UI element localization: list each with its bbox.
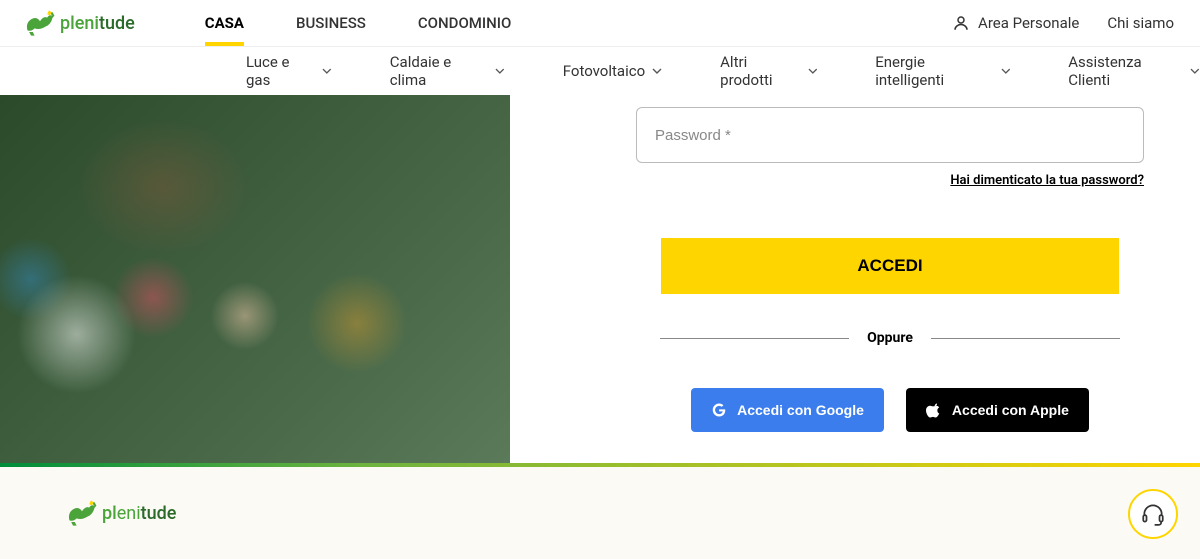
- google-icon: [711, 402, 727, 418]
- subnav-caldaie-e-clima[interactable]: Caldaie e clima: [390, 53, 505, 89]
- footer-body: plenitude: [0, 467, 1200, 559]
- google-login-label: Accedi con Google: [737, 402, 864, 418]
- subnav-label: Assistenza Clienti: [1068, 53, 1183, 89]
- chi-siamo-link[interactable]: Chi siamo: [1107, 14, 1174, 32]
- chevron-down-icon: [1190, 66, 1200, 76]
- subnav-label: Luce e gas: [246, 53, 315, 89]
- subnav-energie-intelligenti[interactable]: Energie intelligenti: [875, 53, 1010, 89]
- plenitude-logo-icon: [22, 5, 58, 41]
- subnav-label: Fotovoltaico: [563, 62, 645, 80]
- login-submit-button[interactable]: ACCEDI: [661, 238, 1119, 294]
- header: plenitude CASA BUSINESS CONDOMINIO Area …: [0, 0, 1200, 95]
- chevron-down-icon: [495, 66, 505, 76]
- chi-siamo-label: Chi siamo: [1107, 14, 1174, 32]
- chevron-down-icon: [652, 66, 662, 76]
- plenitude-logo-icon: [64, 495, 100, 531]
- main-content: Hai dimenticato la tua password? ACCEDI …: [0, 95, 1200, 463]
- google-login-button[interactable]: Accedi con Google: [691, 388, 884, 432]
- headset-icon: [1140, 501, 1166, 527]
- top-right-links: Area Personale Chi siamo: [952, 14, 1192, 32]
- apple-login-button[interactable]: Accedi con Apple: [906, 388, 1089, 432]
- chevron-down-icon: [1001, 66, 1011, 76]
- hero-image: [0, 95, 510, 463]
- footer-brand-logo[interactable]: plenitude: [64, 467, 176, 559]
- user-icon: [952, 14, 970, 32]
- tab-business[interactable]: BUSINESS: [296, 0, 366, 46]
- subnav-assistenza-clienti[interactable]: Assistenza Clienti: [1068, 53, 1200, 89]
- sub-nav: Luce e gas Caldaie e clima Fotovoltaico …: [0, 47, 1200, 95]
- brand-wordmark: plenitude: [60, 13, 135, 34]
- footer: plenitude: [0, 463, 1200, 559]
- forgot-password-link[interactable]: Hai dimenticato la tua password?: [636, 173, 1144, 188]
- subnav-altri-prodotti[interactable]: Altri prodotti: [720, 53, 817, 89]
- password-input[interactable]: [636, 107, 1144, 163]
- chevron-down-icon: [322, 66, 332, 76]
- login-panel: Hai dimenticato la tua password? ACCEDI …: [510, 95, 1200, 463]
- divider: Oppure: [660, 330, 1120, 346]
- subnav-label: Caldaie e clima: [390, 53, 488, 89]
- apple-login-label: Accedi con Apple: [952, 402, 1069, 418]
- apple-icon: [926, 402, 942, 418]
- footer-brand-wordmark: plenitude: [102, 503, 176, 524]
- brand-logo[interactable]: plenitude: [0, 0, 157, 46]
- subnav-luce-e-gas[interactable]: Luce e gas: [246, 53, 332, 89]
- subnav-fotovoltaico[interactable]: Fotovoltaico: [563, 62, 662, 80]
- top-nav: plenitude CASA BUSINESS CONDOMINIO Area …: [0, 0, 1200, 47]
- main-tabs: CASA BUSINESS CONDOMINIO: [205, 0, 512, 46]
- area-personale-label: Area Personale: [978, 14, 1079, 32]
- divider-line: [660, 338, 849, 339]
- subnav-label: Altri prodotti: [720, 53, 800, 89]
- divider-line: [931, 338, 1120, 339]
- tab-casa[interactable]: CASA: [205, 0, 244, 46]
- help-fab[interactable]: [1128, 489, 1178, 539]
- tab-condominio[interactable]: CONDOMINIO: [418, 0, 512, 46]
- subnav-label: Energie intelligenti: [875, 53, 993, 89]
- chevron-down-icon: [808, 66, 818, 76]
- divider-label: Oppure: [867, 330, 913, 346]
- social-login-row: Accedi con Google Accedi con Apple: [636, 388, 1144, 432]
- area-personale-link[interactable]: Area Personale: [952, 14, 1079, 32]
